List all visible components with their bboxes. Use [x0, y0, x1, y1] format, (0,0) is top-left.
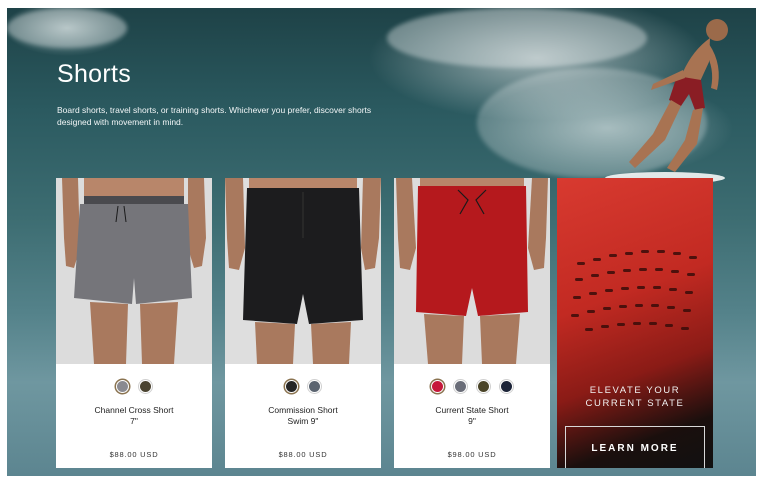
- fabric-texture-image: [571, 250, 697, 331]
- color-swatch[interactable]: [285, 380, 298, 393]
- color-swatch[interactable]: [500, 380, 513, 393]
- product-info: Channel Cross Short 7" $88.00 USD: [56, 364, 212, 468]
- product-image[interactable]: [394, 178, 550, 364]
- product-image[interactable]: [225, 178, 381, 364]
- wave-foam: [7, 8, 127, 48]
- product-price: $98.00 USD: [447, 450, 497, 459]
- product-inseam[interactable]: 9": [394, 416, 550, 427]
- promo-heading-line1: ELEVATE YOUR: [589, 385, 681, 396]
- product-inseam[interactable]: Swim 9": [225, 416, 381, 427]
- product-price: $88.00 USD: [109, 450, 159, 459]
- learn-more-button[interactable]: LEARN MORE: [565, 426, 705, 468]
- color-swatches: [225, 380, 381, 393]
- product-inseam[interactable]: 7": [56, 416, 212, 427]
- product-name[interactable]: Commission Short: [225, 405, 381, 416]
- color-swatch[interactable]: [139, 380, 152, 393]
- color-swatches: [56, 380, 212, 393]
- page-title: Shorts: [57, 60, 132, 88]
- surfer-image: [605, 19, 728, 184]
- product-name[interactable]: Channel Cross Short: [56, 405, 212, 416]
- color-swatch[interactable]: [308, 380, 321, 393]
- product-card[interactable]: Commission Short Swim 9" $88.00 USD: [225, 178, 381, 468]
- product-card[interactable]: Current State Short 9" $98.00 USD: [394, 178, 550, 468]
- promo-heading-line2: CURRENT STATE: [585, 398, 685, 409]
- product-price: $88.00 USD: [278, 450, 328, 459]
- promo-card[interactable]: ELEVATE YOUR CURRENT STATE LEARN MORE: [557, 178, 713, 468]
- product-info: Current State Short 9" $98.00 USD: [394, 364, 550, 468]
- color-swatch[interactable]: [477, 380, 490, 393]
- product-image[interactable]: [56, 178, 212, 364]
- color-swatch[interactable]: [454, 380, 467, 393]
- product-name[interactable]: Current State Short: [394, 405, 550, 416]
- color-swatch[interactable]: [116, 380, 129, 393]
- page-description: Board shorts, travel shorts, or training…: [57, 105, 372, 127]
- product-card[interactable]: Channel Cross Short 7" $88.00 USD: [56, 178, 212, 468]
- color-swatches: [394, 380, 550, 393]
- product-info: Commission Short Swim 9" $88.00 USD: [225, 364, 381, 468]
- color-swatch[interactable]: [431, 380, 444, 393]
